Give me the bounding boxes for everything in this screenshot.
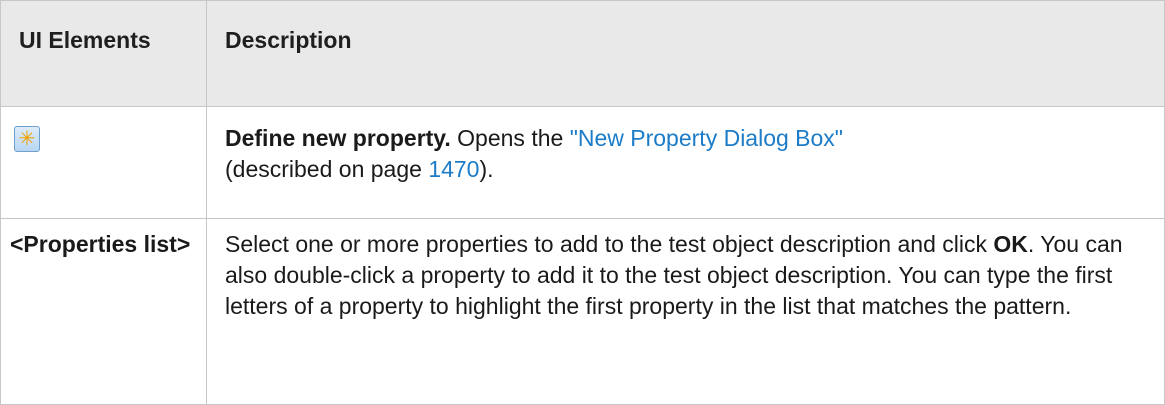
- ui-element-label: <Properties list>: [0, 218, 207, 405]
- ui-element-cell: ✳: [0, 106, 207, 219]
- description-cell: Define new property. Opens the "New Prop…: [206, 106, 1165, 219]
- description-text: Opens the: [450, 125, 570, 151]
- ui-elements-table: UI Elements Description ✳ Define new pro…: [0, 0, 1165, 405]
- new-property-star-icon[interactable]: ✳: [14, 126, 40, 152]
- header-ui-elements: UI Elements: [0, 0, 207, 107]
- table-row: <Properties list> Select one or more pro…: [0, 218, 1165, 405]
- table-row: ✳ Define new property. Opens the "New Pr…: [0, 106, 1165, 219]
- table-header-row: UI Elements Description: [0, 0, 1165, 107]
- ok-bold-text: OK: [993, 231, 1028, 257]
- page-number-link[interactable]: 1470: [428, 156, 479, 182]
- description-cell: Select one or more properties to add to …: [206, 218, 1165, 405]
- description-text: ).: [479, 156, 494, 182]
- description-text: Select one or more properties to add to …: [225, 231, 994, 257]
- description-bold-title: Define new property.: [225, 125, 451, 151]
- header-description: Description: [206, 0, 1165, 107]
- description-text: (described on page: [225, 156, 429, 182]
- new-property-dialog-link[interactable]: "New Property Dialog Box": [570, 125, 843, 151]
